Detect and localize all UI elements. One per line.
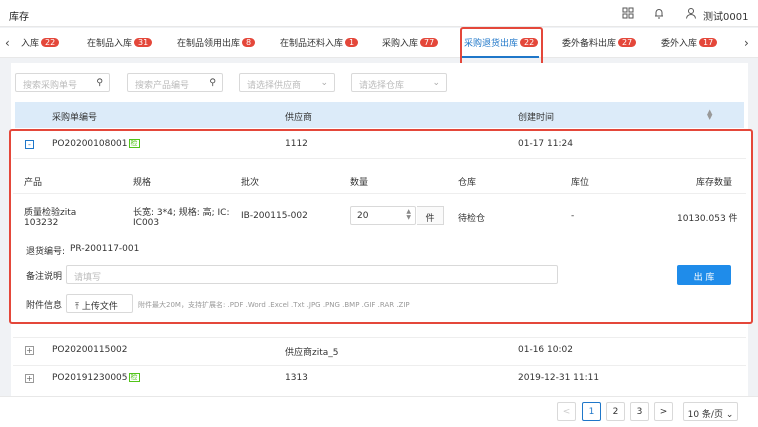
remark-input[interactable]: 请填写: [66, 265, 558, 284]
detail-spec-code: IC003: [133, 218, 160, 228]
table-row-order-link[interactable]: PO20191230005 检: [52, 373, 140, 383]
detail-batch: IB-200115-002: [241, 211, 308, 221]
detail-product-name-link[interactable]: 质量检验zita: [24, 205, 76, 218]
tab-outsource-material-outbound[interactable]: 委外备料出库 27: [562, 36, 637, 49]
upload-icon: ⤒: [75, 302, 79, 312]
expand-row-button[interactable]: +: [25, 346, 34, 355]
user-name[interactable]: 测试0001: [703, 8, 748, 23]
column-created: 创建时间: [518, 113, 555, 123]
page-2-button[interactable]: 2: [606, 402, 625, 421]
collapse-row-button[interactable]: -: [25, 140, 34, 149]
tab-wip-inbound[interactable]: 在制品入库 31: [87, 36, 153, 49]
page-size-select[interactable]: 10 条/页 ⌄: [683, 402, 738, 421]
table-row-order-link[interactable]: PO20200108001 检: [52, 139, 140, 149]
bell-icon[interactable]: [652, 6, 666, 20]
table-row-supplier: 供应商zita_5: [285, 348, 339, 358]
remark-label: 备注说明: [26, 272, 63, 282]
product-search-input[interactable]: 搜索产品编号 ⚲: [127, 73, 223, 92]
app-title: 库存: [9, 12, 29, 23]
upload-file-button[interactable]: ⤒ 上传文件: [66, 294, 133, 313]
table-header: 采购单编号 供应商 创建时间: [15, 102, 744, 128]
detail-column-product: 产品: [24, 178, 43, 188]
page-3-button[interactable]: 3: [630, 402, 649, 421]
page-1-button[interactable]: 1: [582, 402, 601, 421]
chevron-down-icon: ⌄: [320, 78, 328, 88]
detail-column-stock: 库存数量: [696, 178, 733, 188]
quantity-unit: 件: [417, 206, 444, 225]
column-order: 采购单编号: [52, 113, 98, 123]
detail-warehouse: 待检仓: [458, 214, 486, 224]
tab-wip-return-inbound[interactable]: 在制品还料入库 1: [280, 36, 359, 49]
inspection-tag: 检: [128, 139, 140, 148]
chevron-down-icon: ⌄: [432, 78, 440, 88]
search-icon[interactable]: ⚲: [209, 78, 216, 88]
detail-column-spec: 规格: [133, 178, 152, 188]
user-icon[interactable]: [684, 6, 698, 20]
detail-column-batch: 批次: [241, 178, 260, 188]
table-row-supplier: 1112: [285, 139, 308, 149]
stepper-arrows-icon[interactable]: ▲ ▼: [406, 209, 411, 221]
next-page-button[interactable]: >: [654, 402, 673, 421]
prev-page-button[interactable]: <: [557, 402, 576, 421]
return-number-label: 退货编号:: [26, 247, 66, 257]
outbound-button[interactable]: 出 库: [677, 265, 731, 285]
tab-bar: ‹ 入库 22 在制品入库 31 在制品领用出库 8 在制品还料入库 1 采购入库 77 …: [0, 28, 758, 58]
table-row-order-link[interactable]: PO20200115002: [52, 345, 128, 355]
detail-column-warehouse: 仓库: [458, 178, 477, 188]
table-row-created: 01-17 11:24: [518, 139, 573, 149]
table-row-supplier: 1313: [285, 373, 308, 383]
detail-column-qty: 数量: [350, 178, 369, 188]
tab-scroll-right-icon[interactable]: ›: [744, 36, 749, 50]
tab-scroll-left-icon[interactable]: ‹: [5, 36, 10, 50]
divider: [13, 158, 746, 159]
detail-stock: 10130.053 件: [677, 214, 738, 224]
grid-icon[interactable]: [621, 6, 635, 20]
column-supplier: 供应商: [285, 113, 313, 123]
tab-purchase-inbound[interactable]: 采购入库 77: [382, 36, 439, 49]
upload-hint: 附件最大20M，支持扩展名: .PDF .Word .Excel .Txt .J…: [138, 301, 410, 309]
return-number-link[interactable]: PR-200117-001: [70, 244, 139, 254]
quantity-stepper[interactable]: 20 ▲ ▼: [350, 206, 416, 225]
order-search-input[interactable]: 搜索采购单号 ⚲: [15, 73, 110, 92]
detail-column-location: 库位: [571, 178, 590, 188]
detail-location: -: [571, 211, 575, 221]
expand-row-button[interactable]: +: [25, 374, 34, 383]
detail-spec: 长宽: 3*4; 规格: 高; IC:: [133, 208, 230, 218]
warehouse-select[interactable]: 请选择仓库 ⌄: [351, 73, 447, 92]
sort-icon[interactable]: ▲ ▼: [707, 109, 712, 121]
divider: [13, 337, 746, 338]
active-tab-highlight: [460, 27, 543, 67]
table-row-created: 01-16 10:02: [518, 345, 573, 355]
top-bar: 库存 测试0001: [0, 0, 758, 27]
tab-outsource-inbound[interactable]: 委外入库 17: [661, 36, 718, 49]
inspection-tag: 检: [128, 373, 140, 382]
detail-product-code: 103232: [24, 218, 59, 228]
divider: [13, 193, 746, 194]
table-row-created: 2019-12-31 11:11: [518, 373, 600, 383]
search-icon[interactable]: ⚲: [96, 78, 103, 88]
divider: [13, 365, 746, 366]
tab-inbound[interactable]: 入库 22: [21, 36, 60, 49]
tab-wip-issue-outbound[interactable]: 在制品领用出库 8: [177, 36, 256, 49]
supplier-select[interactable]: 请选择供应商 ⌄: [239, 73, 335, 92]
attachment-label: 附件信息: [26, 301, 63, 311]
chevron-down-icon: ⌄: [725, 410, 734, 420]
